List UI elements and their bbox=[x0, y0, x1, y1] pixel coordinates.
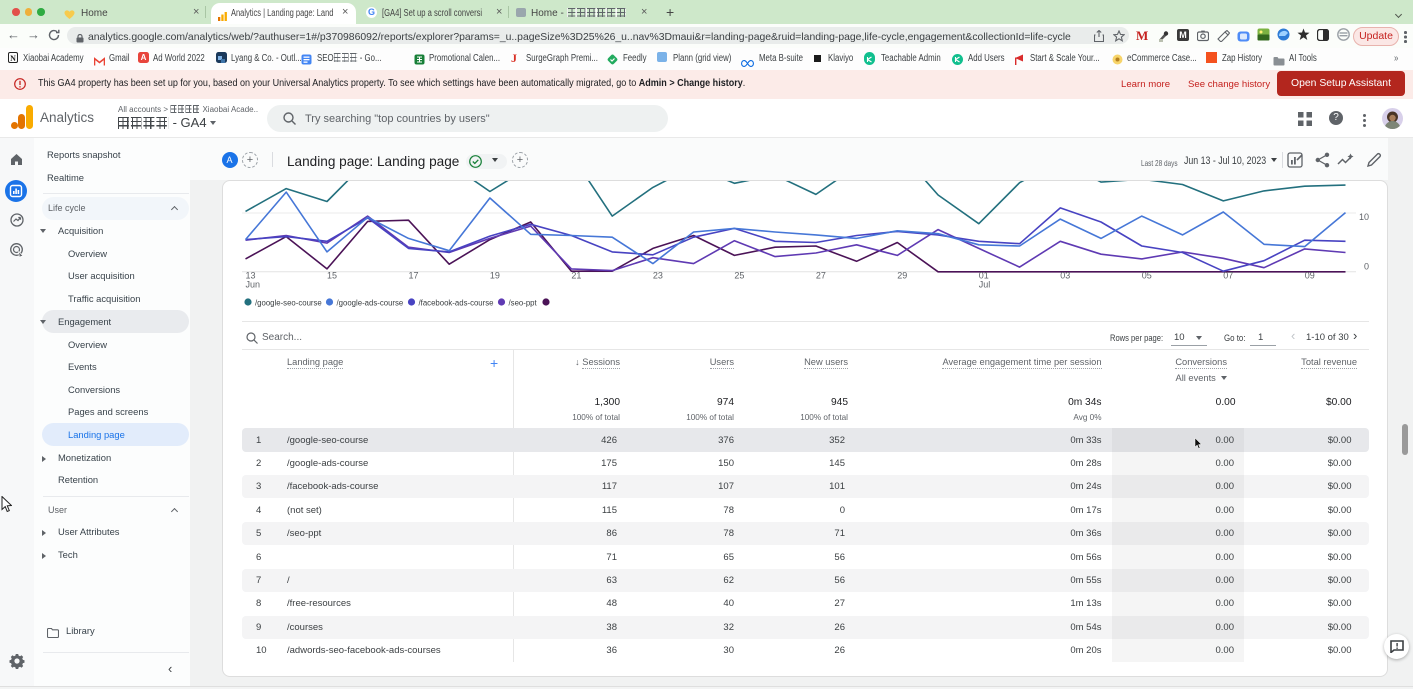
svg-text:29: 29 bbox=[897, 270, 907, 280]
svg-text:/google-ads-course: /google-ads-course bbox=[337, 298, 404, 307]
svg-text:/facebook-ads-course: /facebook-ads-course bbox=[419, 298, 494, 307]
svg-text:Jun: Jun bbox=[246, 279, 261, 289]
svg-text:09: 09 bbox=[1305, 270, 1315, 280]
svg-text:21: 21 bbox=[571, 270, 581, 280]
svg-text:19: 19 bbox=[490, 270, 500, 280]
svg-text:/seo-ppt: /seo-ppt bbox=[509, 298, 538, 307]
svg-text:03: 03 bbox=[1060, 270, 1070, 280]
svg-text:25: 25 bbox=[734, 270, 744, 280]
svg-text:27: 27 bbox=[816, 270, 826, 280]
svg-text:23: 23 bbox=[653, 270, 663, 280]
svg-text:15: 15 bbox=[327, 270, 337, 280]
svg-text:10: 10 bbox=[1359, 212, 1369, 222]
svg-text:Jul: Jul bbox=[979, 279, 991, 289]
svg-text:0: 0 bbox=[1364, 261, 1369, 271]
svg-text:17: 17 bbox=[409, 270, 419, 280]
svg-text:/google-seo-course: /google-seo-course bbox=[255, 298, 322, 307]
svg-text:07: 07 bbox=[1223, 270, 1233, 280]
svg-text:05: 05 bbox=[1142, 270, 1152, 280]
